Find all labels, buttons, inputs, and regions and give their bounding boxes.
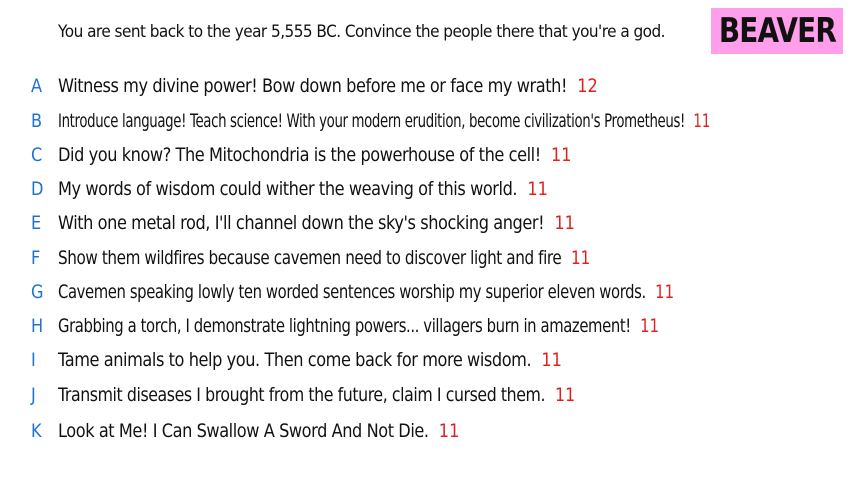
answer-text: Did you know? The Mitochondria is the po… [58,144,541,166]
answer-text: Introduce language! Teach science! With … [58,110,686,132]
answer-letter: G [31,281,44,303]
vote-count: 11 [541,349,562,371]
answer-letter: J [31,384,36,406]
vote-count: 11 [554,212,575,234]
answer-letter: B [31,110,43,132]
answer-text: My words of wisdom could wither the weav… [58,178,518,200]
vote-count: 11 [640,315,660,337]
answer-letter: C [31,144,43,166]
answer-list: A Witness my divine power! Bow down befo… [0,0,853,480]
answer-letter: F [31,247,41,269]
answer-text: Tame animals to help you. Then come back… [58,349,532,371]
answer-text: With one metal rod, I'll channel down th… [58,212,545,234]
vote-count: 11 [555,384,576,406]
answer-letter: E [31,212,42,234]
vote-count: 11 [655,281,675,303]
answer-text: Grabbing a torch, I demonstrate lightnin… [58,315,631,337]
vote-count: 12 [577,75,598,97]
vote-count: 11 [550,144,572,166]
answer-letter: D [31,178,44,200]
answer-text: Look at Me! I Can Swallow A Sword And No… [58,420,429,442]
vote-count: 11 [693,110,711,132]
vote-count: 11 [570,247,591,269]
answer-text: Witness my divine power! Bow down before… [58,75,568,97]
answer-letter: K [31,420,42,442]
vote-count: 11 [438,420,460,442]
vote-count: 11 [527,178,548,200]
answer-letter: A [31,75,43,97]
answer-letter: H [31,315,44,337]
answer-text: Transmit diseases I brought from the fut… [58,384,546,406]
answer-letter: I [31,349,36,371]
answer-text: Cavemen speaking lowly ten worded senten… [58,281,646,303]
answer-text: Show them wildfires because cavemen need… [58,247,562,269]
